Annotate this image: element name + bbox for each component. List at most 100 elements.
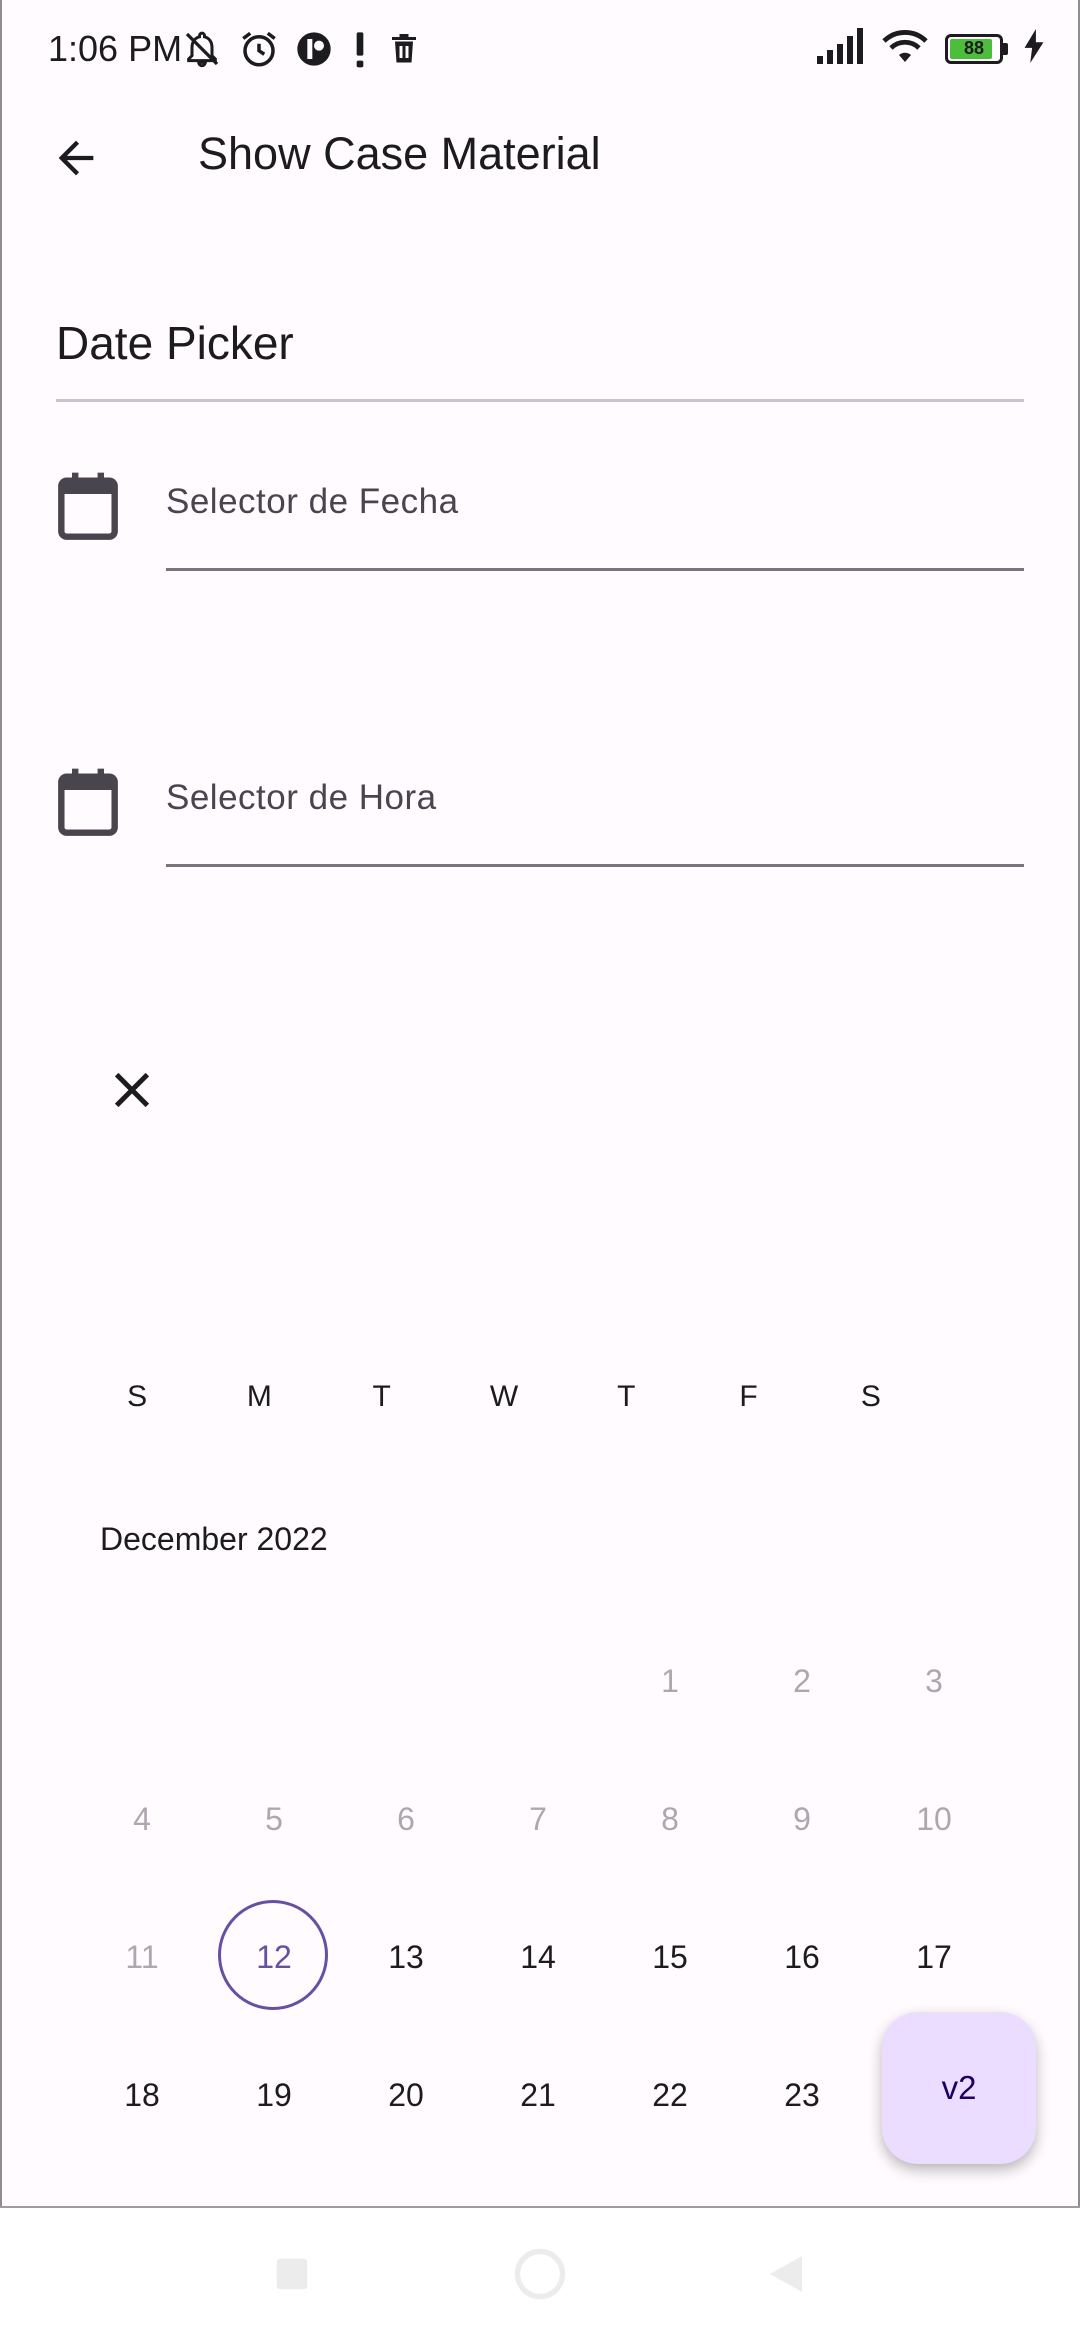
calendar-week: 11 12 13 14 15 16 17 xyxy=(76,1888,1000,2026)
calendar-day[interactable]: 15 xyxy=(604,1888,736,2026)
calendar-day-label: 8 xyxy=(661,1800,679,1837)
status-icons-right: 88 xyxy=(817,28,1044,69)
calendar-day-label: 11 xyxy=(125,1938,159,1975)
home-button[interactable] xyxy=(510,2246,570,2306)
calendar-day-label: 13 xyxy=(388,1938,424,1975)
calendar-day[interactable]: 17 xyxy=(868,1888,1000,2026)
calendar-day-today[interactable]: 12 xyxy=(208,1888,340,2026)
calendar-day-label: 22 xyxy=(652,2076,688,2113)
section-title: Date Picker xyxy=(56,317,294,369)
back-button[interactable] xyxy=(40,124,112,196)
trash-icon xyxy=(386,29,422,74)
calendar-day-label: 19 xyxy=(256,2076,292,2113)
calendar-day[interactable]: 18 xyxy=(76,2026,208,2164)
calendar-day-empty xyxy=(76,1612,208,1750)
status-time: 1:06 PM xyxy=(48,28,183,69)
calendar-day: 3 xyxy=(868,1612,1000,1750)
calendar-day[interactable]: 20 xyxy=(340,2026,472,2164)
calendar-day[interactable]: 21 xyxy=(472,2026,604,2164)
calendar-day-label: 18 xyxy=(124,2076,160,2113)
charging-icon xyxy=(1024,29,1044,68)
weekday-header: S M T W T F S xyxy=(76,1380,932,1414)
date-selector-underline xyxy=(166,568,1024,571)
calendar-day-label: 16 xyxy=(784,1938,820,1975)
calendar-week: 1 2 3 xyxy=(76,1612,1000,1750)
app-bar: Show Case Material xyxy=(0,100,1080,212)
battery-level: 88 xyxy=(963,37,985,58)
time-selector-label: Selector de Hora xyxy=(166,778,437,817)
date-selector-field[interactable]: Selector de Fecha xyxy=(56,458,1024,578)
calendar-day: 5 xyxy=(208,1750,340,1888)
calendar-day-label: 6 xyxy=(397,1800,415,1837)
today-ring xyxy=(218,1900,328,2010)
calendar-day[interactable]: 13 xyxy=(340,1888,472,2026)
calendar-day: 2 xyxy=(736,1612,868,1750)
calendar-day-empty xyxy=(340,1612,472,1750)
calendar-day-label: 17 xyxy=(916,1938,952,1975)
battery: 88 xyxy=(945,33,1003,64)
fab-label: v2 xyxy=(941,2069,977,2106)
close-icon xyxy=(109,1067,155,1118)
calendar-day[interactable]: 16 xyxy=(736,1888,868,2026)
app-icon xyxy=(294,29,334,74)
v2-fab-button[interactable]: v2 xyxy=(882,2012,1036,2164)
weekday-label: W xyxy=(489,1380,519,1413)
circle-icon xyxy=(513,2247,567,2306)
calendar-day-label: 15 xyxy=(652,1938,688,1975)
triangle-back-icon xyxy=(766,2254,806,2299)
calendar-day-label: 2 xyxy=(793,1662,811,1699)
alarm-icon xyxy=(238,28,280,75)
calendar-day: 4 xyxy=(76,1750,208,1888)
calendar-day: 1 xyxy=(604,1612,736,1750)
section-divider xyxy=(56,399,1024,402)
calendar-day-empty xyxy=(472,1612,604,1750)
weekday-label: F xyxy=(739,1380,758,1413)
calendar-day: 10 xyxy=(868,1750,1000,1888)
calendar-day-label: 23 xyxy=(784,2076,820,2113)
signal-icon xyxy=(817,28,865,69)
weekday-label: T xyxy=(617,1380,636,1413)
calendar-day-label: 9 xyxy=(793,1800,811,1837)
calendar-week: 18 19 20 21 22 23 xyxy=(76,2026,1000,2164)
calendar-day: 9 xyxy=(736,1750,868,1888)
arrow-back-icon xyxy=(50,132,102,189)
month-label: December 2022 xyxy=(100,1521,328,1557)
calendar-day[interactable]: 19 xyxy=(208,2026,340,2164)
navigation-bar xyxy=(0,2208,1080,2340)
close-button[interactable] xyxy=(100,1060,164,1124)
calendar-day-label: 5 xyxy=(265,1800,283,1837)
status-icons-left xyxy=(180,28,422,75)
calendar-week: 4 5 6 7 8 9 10 xyxy=(76,1750,1000,1888)
date-selector-label: Selector de Fecha xyxy=(166,482,459,521)
calendar-day[interactable]: 22 xyxy=(604,2026,736,2164)
calendar-day-label: 21 xyxy=(520,2076,556,2113)
battery-icon: 88 xyxy=(945,33,1008,64)
calendar-grid: 1 2 3 4 5 6 7 8 9 10 11 12 13 14 15 16 1… xyxy=(76,1612,1000,2164)
weekday-label: S xyxy=(127,1380,148,1413)
calendar-day-label: 10 xyxy=(916,1800,952,1837)
calendar-day: 7 xyxy=(472,1750,604,1888)
calendar-day-label: 1 xyxy=(661,1662,679,1699)
calendar-day: 6 xyxy=(340,1750,472,1888)
weekday-label: T xyxy=(372,1380,391,1413)
time-selector-field[interactable]: Selector de Hora xyxy=(56,754,1024,874)
weekday-label: S xyxy=(860,1380,881,1413)
calendar-day-label: 7 xyxy=(529,1800,547,1837)
time-selector-underline xyxy=(166,864,1024,867)
recents-button[interactable] xyxy=(262,2246,322,2306)
calendar-icon[interactable] xyxy=(56,470,120,542)
battery-tip xyxy=(1003,42,1008,55)
calendar-day-label: 20 xyxy=(388,2076,424,2113)
page-title: Show Case Material xyxy=(198,128,601,179)
wifi-icon xyxy=(881,28,929,69)
status-bar: 1:06 PM 88 xyxy=(0,0,1080,100)
calendar-icon[interactable] xyxy=(56,766,120,838)
back-nav-button[interactable] xyxy=(756,2246,816,2306)
calendar-day-label: 3 xyxy=(925,1662,943,1699)
calendar-day-label: 4 xyxy=(133,1800,151,1837)
weekday-label: M xyxy=(246,1380,272,1413)
calendar-day[interactable]: 23 xyxy=(736,2026,868,2164)
calendar-day-empty xyxy=(208,1612,340,1750)
calendar-day[interactable]: 14 xyxy=(472,1888,604,2026)
frame-edge-left xyxy=(0,0,2,2208)
